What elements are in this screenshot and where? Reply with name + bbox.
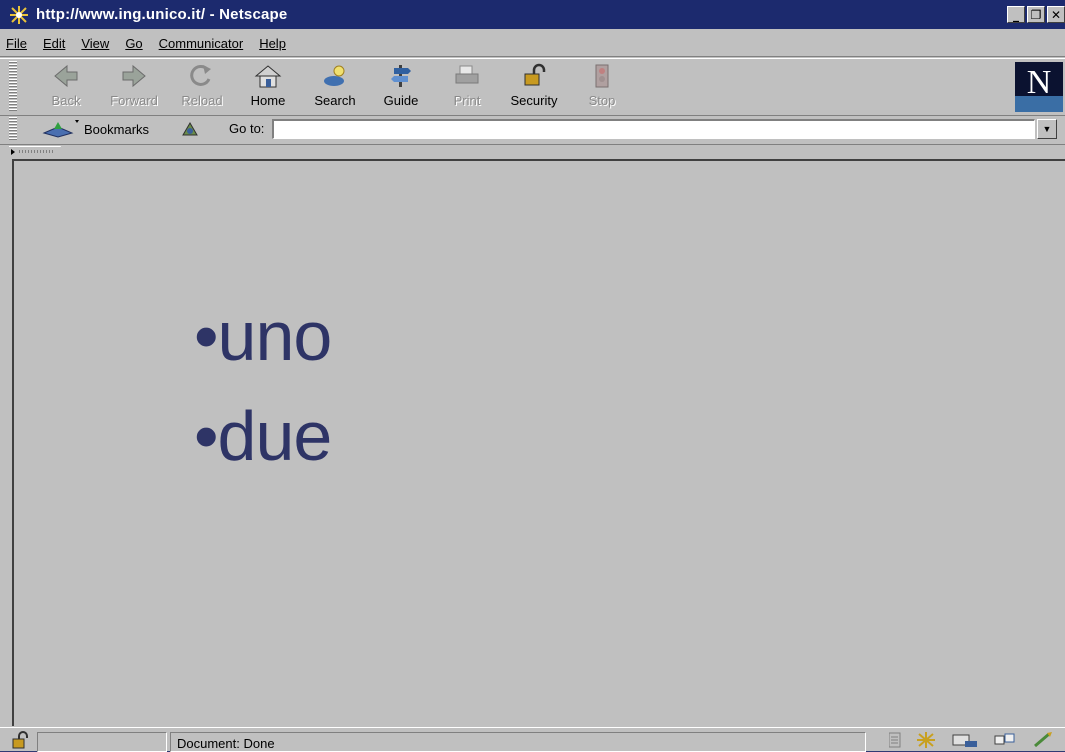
- reload-label: Reload: [181, 93, 223, 108]
- left-edge: [0, 159, 12, 726]
- location-url-input[interactable]: [272, 119, 1035, 139]
- menu-bar: File Edit View Go Communicator Help: [0, 30, 1065, 57]
- home-icon: [254, 65, 282, 88]
- status-text: Document: Done: [170, 732, 866, 752]
- progress-panel: [37, 732, 167, 752]
- forward-arrow-icon: [122, 64, 146, 88]
- location-toolbar: Bookmarks Go to: ▼: [0, 115, 1065, 145]
- goto-label: Go to:: [229, 121, 265, 136]
- search-label: Search: [314, 93, 356, 108]
- security-lock-icon: [524, 63, 546, 86]
- menu-file[interactable]: File: [0, 36, 35, 51]
- back-label: Back: [51, 93, 81, 108]
- menu-help-label: Help: [259, 35, 286, 51]
- back-button[interactable]: Back: [36, 63, 96, 113]
- bullet-item-uno: •uno: [194, 297, 332, 375]
- minimize-button[interactable]: _: [1007, 6, 1025, 23]
- forward-button[interactable]: Forward: [104, 63, 164, 113]
- menu-edit[interactable]: Edit: [35, 36, 73, 51]
- component-bar: [889, 731, 1055, 749]
- menu-go[interactable]: Go: [117, 36, 150, 51]
- bookmarks-icon: [42, 120, 79, 138]
- stop-button[interactable]: Stop: [572, 63, 632, 113]
- netscape-logo[interactable]: N: [1015, 62, 1063, 112]
- window-controls: _ ❐ ✕: [1007, 6, 1065, 23]
- navigator-icon[interactable]: [915, 731, 937, 749]
- menu-view[interactable]: View: [73, 36, 117, 51]
- menu-help[interactable]: Help: [251, 36, 294, 51]
- back-arrow-icon: [54, 64, 78, 88]
- stop-icon: [595, 64, 609, 88]
- search-icon: [324, 65, 345, 86]
- window-title: http://www.ing.unico.it/ - Netscape: [36, 6, 288, 23]
- guide-icon: [391, 65, 411, 87]
- security-button[interactable]: Security: [504, 63, 564, 113]
- reload-icon: [190, 64, 211, 86]
- url-dropdown-button[interactable]: ▼: [1037, 119, 1057, 139]
- print-button[interactable]: Print: [437, 63, 497, 113]
- menu-communicator-label: Communicator: [158, 35, 244, 51]
- collapsed-toolbar-tab[interactable]: [9, 146, 61, 157]
- reload-button[interactable]: Reload: [172, 63, 232, 113]
- bookmarks-label: Bookmarks: [84, 121, 150, 137]
- stop-label: Stop: [588, 93, 616, 108]
- menu-edit-label: Edit: [42, 35, 66, 51]
- browser-window: http://www.ing.unico.it/ - Netscape _ ❐ …: [0, 0, 1065, 752]
- title-bar[interactable]: http://www.ing.unico.it/ - Netscape _ ❐ …: [0, 0, 1065, 29]
- netscape-app-icon: [8, 3, 30, 26]
- security-label: Security: [510, 93, 558, 108]
- toolbar-grip[interactable]: [9, 61, 17, 111]
- home-button[interactable]: Home: [238, 63, 298, 113]
- print-icon: [455, 65, 479, 84]
- forward-label: Forward: [110, 93, 158, 108]
- home-label: Home: [250, 93, 286, 108]
- bookmarks-button[interactable]: Bookmarks: [42, 118, 149, 140]
- close-button[interactable]: ✕: [1047, 6, 1065, 23]
- location-grip[interactable]: [9, 117, 17, 141]
- component-bar-grip-icon[interactable]: [889, 732, 901, 748]
- maximize-button[interactable]: ❐: [1027, 6, 1045, 23]
- page-content: •uno •due: [12, 159, 1065, 726]
- status-bar: Document: Done: [0, 727, 1065, 752]
- search-button[interactable]: Search: [305, 63, 365, 113]
- guide-button[interactable]: Guide: [371, 63, 431, 113]
- netscape-logo-letter: N: [1026, 64, 1052, 101]
- location-page-proxy-icon[interactable]: [180, 119, 200, 139]
- security-status-icon[interactable]: [10, 731, 32, 749]
- chevron-down-icon: ▼: [1042, 124, 1052, 134]
- bullet-item-due: •due: [194, 397, 332, 475]
- navigation-toolbar: Back Forward Reload Home Search Guide Pr…: [0, 58, 1065, 116]
- mailbox-icon[interactable]: [951, 731, 979, 749]
- menu-communicator[interactable]: Communicator: [151, 36, 252, 51]
- composer-icon[interactable]: [1031, 731, 1055, 749]
- guide-label: Guide: [383, 93, 419, 108]
- print-label: Print: [453, 93, 481, 108]
- menu-go-label: Go: [125, 35, 143, 51]
- menu-view-label: View: [81, 35, 110, 51]
- discussions-icon[interactable]: [993, 731, 1017, 749]
- menu-file-label: File: [6, 35, 27, 51]
